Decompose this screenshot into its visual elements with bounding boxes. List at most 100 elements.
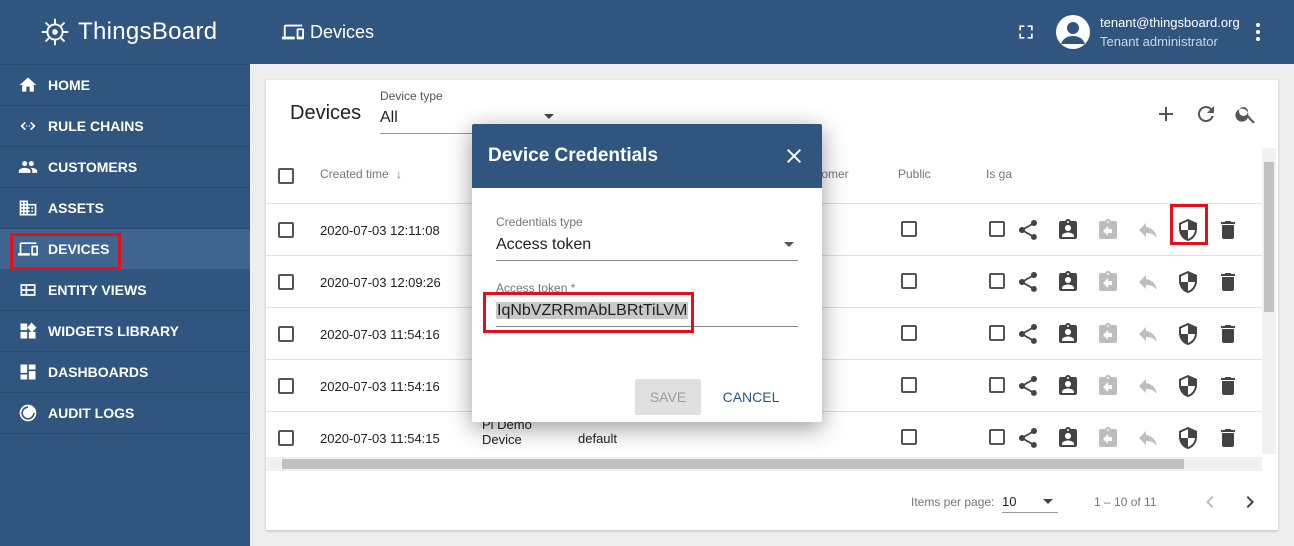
items-per-page-underline bbox=[1002, 512, 1058, 513]
delete-icon[interactable] bbox=[1216, 374, 1240, 398]
public-checkbox bbox=[901, 429, 917, 445]
cell-created-time: 2020-07-03 11:54:16 bbox=[320, 379, 440, 394]
row-checkbox[interactable] bbox=[278, 222, 294, 238]
is-gateway-checkbox bbox=[989, 221, 1005, 237]
scroll-thumb[interactable] bbox=[282, 459, 1184, 469]
widgets-icon bbox=[18, 321, 38, 341]
unassign-from-customer-icon[interactable] bbox=[1096, 218, 1120, 242]
sidebar-item-label: ASSETS bbox=[48, 200, 105, 216]
sidebar-item-home[interactable]: HOME bbox=[0, 65, 250, 106]
access-token-underline bbox=[496, 326, 798, 327]
manage-credentials-icon[interactable] bbox=[1176, 374, 1200, 398]
vertical-scrollbar[interactable] bbox=[1262, 148, 1276, 454]
delete-icon[interactable] bbox=[1216, 322, 1240, 346]
manage-credentials-icon[interactable] bbox=[1176, 270, 1200, 294]
search-icon[interactable] bbox=[1234, 102, 1258, 126]
next-page-icon[interactable] bbox=[1238, 490, 1262, 514]
sidebar-item-label: WIDGETS LIBRARY bbox=[48, 323, 179, 339]
app-name: ThingsBoard bbox=[78, 18, 218, 45]
top-bar: Devices tenant@thingsboard.org Tenant ad… bbox=[250, 0, 1294, 64]
unassign-from-customer-icon[interactable] bbox=[1096, 426, 1120, 450]
assign-to-customer-icon[interactable] bbox=[1056, 218, 1080, 242]
sidebar-item-assets[interactable]: ASSETS bbox=[0, 188, 250, 229]
sidebar-item-devices[interactable]: DEVICES bbox=[0, 229, 250, 270]
chevron-down-icon[interactable] bbox=[1043, 499, 1053, 504]
make-private-icon[interactable] bbox=[1136, 270, 1160, 294]
select-all-checkbox[interactable] bbox=[278, 168, 294, 184]
cell-created-time: 2020-07-03 11:54:16 bbox=[320, 327, 440, 342]
unassign-from-customer-icon[interactable] bbox=[1096, 270, 1120, 294]
share-icon[interactable] bbox=[1016, 218, 1040, 242]
page-title: Devices bbox=[310, 21, 375, 42]
row-checkbox[interactable] bbox=[278, 430, 294, 446]
assign-to-customer-icon[interactable] bbox=[1056, 322, 1080, 346]
add-icon[interactable] bbox=[1154, 102, 1178, 126]
assign-to-customer-icon[interactable] bbox=[1056, 426, 1080, 450]
avatar[interactable] bbox=[1056, 15, 1090, 49]
column-public[interactable]: Public bbox=[898, 167, 931, 181]
column-is-gateway[interactable]: Is ga bbox=[986, 167, 1012, 181]
delete-icon[interactable] bbox=[1216, 426, 1240, 450]
sidebar-item-dashboards[interactable]: DASHBOARDS bbox=[0, 352, 250, 393]
assign-to-customer-icon[interactable] bbox=[1056, 270, 1080, 294]
user-role: Tenant administrator bbox=[1100, 34, 1218, 49]
row-checkbox[interactable] bbox=[278, 274, 294, 290]
device-type-select[interactable]: All bbox=[380, 109, 398, 127]
share-icon[interactable] bbox=[1016, 270, 1040, 294]
refresh-icon[interactable] bbox=[1194, 102, 1218, 126]
column-created-time[interactable]: Created time ↓ bbox=[320, 167, 402, 181]
cell-created-time: 2020-07-03 11:54:15 bbox=[320, 431, 440, 446]
device-credentials-dialog: Device Credentials Credentials type Acce… bbox=[472, 124, 822, 422]
sidebar-item-label: DASHBOARDS bbox=[48, 364, 149, 380]
app-logo[interactable]: ThingsBoard bbox=[0, 0, 250, 64]
delete-icon[interactable] bbox=[1216, 218, 1240, 242]
audit-logs-icon bbox=[18, 403, 38, 423]
chevron-down-icon[interactable] bbox=[544, 114, 554, 119]
access-token-value[interactable]: IqNbVZRRmAbLBRtTiLVM bbox=[496, 302, 689, 319]
items-per-page-label: Items per page: bbox=[911, 495, 995, 509]
credentials-type-label: Credentials type bbox=[496, 215, 583, 229]
arrow-down-icon: ↓ bbox=[396, 167, 403, 181]
row-checkbox[interactable] bbox=[278, 326, 294, 342]
manage-credentials-icon[interactable] bbox=[1176, 426, 1200, 450]
is-gateway-checkbox bbox=[989, 429, 1005, 445]
credentials-type-select[interactable]: Access token bbox=[496, 236, 591, 254]
make-private-icon[interactable] bbox=[1136, 218, 1160, 242]
sidebar-item-label: RULE CHAINS bbox=[48, 118, 144, 134]
make-private-icon[interactable] bbox=[1136, 322, 1160, 346]
items-per-page-select[interactable]: 10 bbox=[1002, 494, 1016, 509]
user-email[interactable]: tenant@thingsboard.org bbox=[1100, 15, 1240, 30]
sidebar-item-audit-logs[interactable]: AUDIT LOGS bbox=[0, 393, 250, 434]
cancel-button[interactable]: CANCEL bbox=[716, 379, 786, 415]
access-token-input[interactable]: IqNbVZRRmAbLBRtTiLVM bbox=[496, 302, 689, 320]
close-icon[interactable] bbox=[782, 144, 806, 168]
save-button[interactable]: SAVE bbox=[635, 379, 701, 415]
device-type-label: Device type bbox=[380, 89, 443, 103]
unassign-from-customer-icon[interactable] bbox=[1096, 374, 1120, 398]
share-icon[interactable] bbox=[1016, 426, 1040, 450]
chevron-down-icon[interactable] bbox=[784, 242, 794, 247]
sidebar-item-customers[interactable]: CUSTOMERS bbox=[0, 147, 250, 188]
more-vert-icon[interactable] bbox=[1250, 22, 1266, 42]
row-checkbox[interactable] bbox=[278, 378, 294, 394]
devices-icon bbox=[282, 21, 304, 43]
manage-credentials-icon[interactable] bbox=[1176, 218, 1200, 242]
manage-credentials-icon[interactable] bbox=[1176, 322, 1200, 346]
make-private-icon[interactable] bbox=[1136, 426, 1160, 450]
unassign-from-customer-icon[interactable] bbox=[1096, 322, 1120, 346]
share-icon[interactable] bbox=[1016, 374, 1040, 398]
make-private-icon[interactable] bbox=[1136, 374, 1160, 398]
horizontal-scrollbar[interactable] bbox=[266, 457, 1262, 471]
public-checkbox bbox=[901, 221, 917, 237]
fullscreen-icon[interactable] bbox=[1016, 22, 1036, 42]
delete-icon[interactable] bbox=[1216, 270, 1240, 294]
share-icon[interactable] bbox=[1016, 322, 1040, 346]
sidebar-item-entity-views[interactable]: ENTITY VIEWS bbox=[0, 270, 250, 311]
sidebar-item-widgets-library[interactable]: WIDGETS LIBRARY bbox=[0, 311, 250, 352]
sidebar-item-rule-chains[interactable]: RULE CHAINS bbox=[0, 106, 250, 147]
previous-page-icon[interactable] bbox=[1198, 490, 1222, 514]
scroll-thumb[interactable] bbox=[1264, 162, 1274, 312]
assign-to-customer-icon[interactable] bbox=[1056, 374, 1080, 398]
column-customer[interactable]: tomer bbox=[818, 167, 849, 181]
sidebar-item-label: CUSTOMERS bbox=[48, 159, 138, 175]
